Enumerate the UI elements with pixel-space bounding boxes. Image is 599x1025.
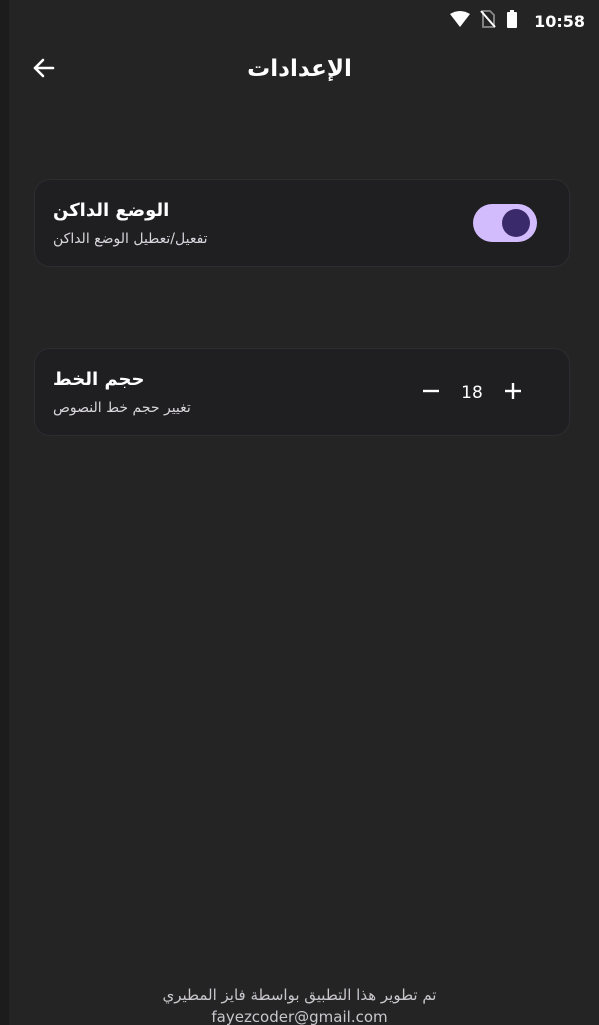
increase-font-button[interactable]	[499, 379, 527, 407]
battery-icon	[506, 10, 518, 32]
dark-mode-subtitle: تفعيل/تعطيل الوضع الداكن	[53, 231, 208, 247]
status-bar: 10:58	[0, 0, 599, 42]
font-size-subtitle: تغيير حجم خط النصوص	[53, 400, 191, 416]
page-title: الإعدادات	[247, 56, 352, 82]
no-sim-icon	[480, 10, 496, 32]
font-size-stepper: 18	[417, 377, 527, 409]
dark-mode-card: الوضع الداكن تفعيل/تعطيل الوضع الداكن	[34, 179, 570, 267]
dark-mode-toggle[interactable]	[473, 204, 537, 242]
toggle-knob	[502, 209, 530, 237]
font-size-value: 18	[461, 383, 483, 403]
left-edge	[0, 0, 9, 1025]
dark-mode-title: الوضع الداكن	[53, 200, 170, 221]
settings-screen: 10:58 الإعدادات الوضع الداكن تفعيل/تعطيل…	[0, 0, 599, 1025]
footer: تم تطوير هذا التطبيق بواسطة فايز المطيري…	[0, 984, 599, 1025]
font-size-card: حجم الخط تغيير حجم خط النصوص 18	[34, 348, 570, 436]
status-time: 10:58	[534, 11, 585, 31]
plus-icon	[503, 381, 523, 405]
developer-credit: تم تطوير هذا التطبيق بواسطة فايز المطيري	[162, 986, 437, 1004]
developer-email: fayezcoder@gmail.com	[211, 1008, 388, 1025]
decrease-font-button[interactable]	[417, 379, 445, 407]
minus-icon	[421, 381, 441, 405]
app-bar: الإعدادات	[0, 42, 599, 100]
font-size-title: حجم الخط	[53, 369, 145, 390]
wifi-icon	[450, 11, 471, 31]
